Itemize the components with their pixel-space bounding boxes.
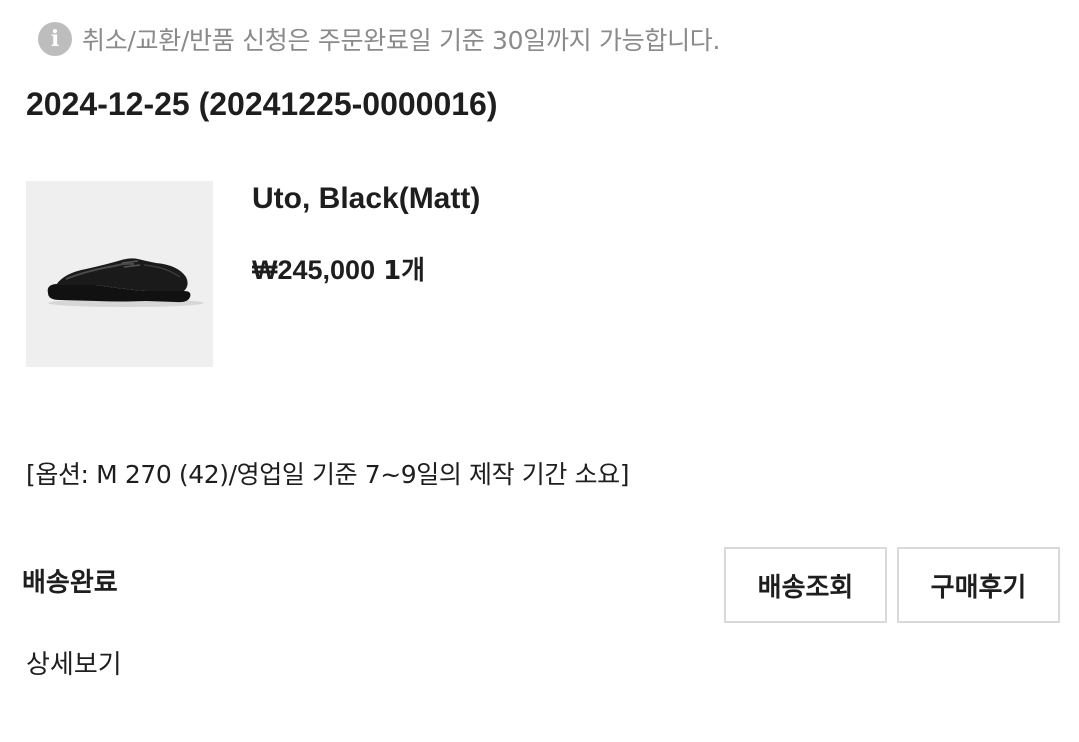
write-review-button[interactable]: 구매후기 bbox=[897, 547, 1060, 623]
shoe-icon bbox=[47, 258, 204, 307]
product-price: ₩245,000 bbox=[252, 255, 376, 285]
cancel-policy-notice: i 취소/교환/반품 신청은 주문완료일 기준 30일까지 가능합니다. bbox=[38, 22, 720, 56]
product-image[interactable] bbox=[26, 181, 213, 367]
notice-text: 취소/교환/반품 신청은 주문완료일 기준 30일까지 가능합니다. bbox=[82, 26, 721, 55]
track-delivery-button[interactable]: 배송조회 bbox=[724, 547, 887, 623]
product-name[interactable]: Uto, Black(Matt) bbox=[252, 182, 480, 216]
delivery-status: 배송완료 bbox=[22, 568, 118, 598]
product-option: [옵션: M 270 (42)/영업일 기준 7~9일의 제작 기간 소요] bbox=[26, 460, 630, 489]
product-price-row: ₩245,000 1개 bbox=[252, 250, 425, 287]
product-quantity: 1개 bbox=[383, 256, 426, 286]
info-icon: i bbox=[38, 22, 72, 56]
view-details-link[interactable]: 상세보기 bbox=[26, 644, 122, 681]
order-date-number: 2024-12-25 (20241225-0000016) bbox=[26, 86, 498, 122]
